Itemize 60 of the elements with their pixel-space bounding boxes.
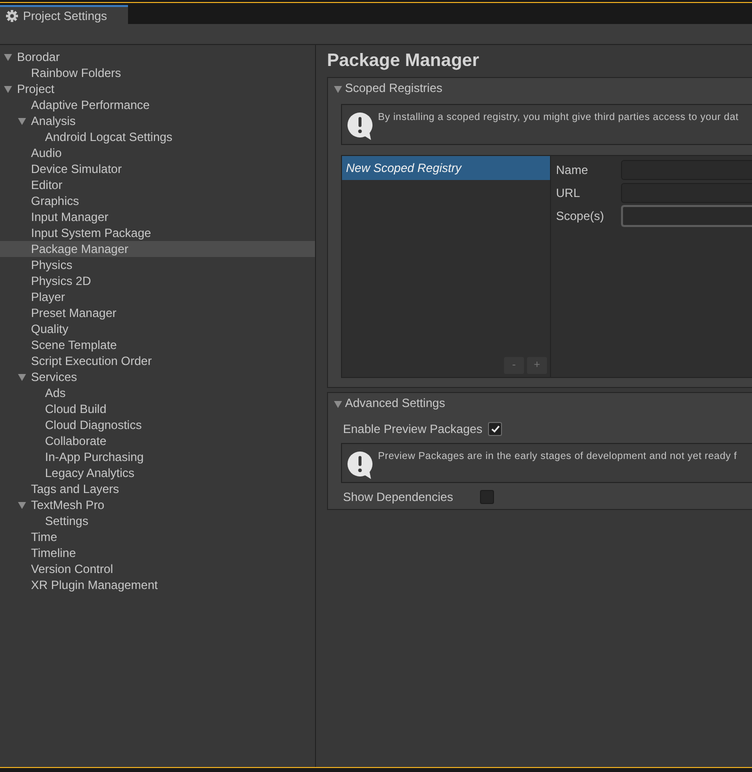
warning-icon	[347, 451, 373, 479]
triangle-down-icon[interactable]	[18, 502, 26, 508]
triangle-down-icon[interactable]	[4, 54, 12, 60]
sidebar-item[interactable]: Input System Package	[0, 225, 315, 241]
field-label: Name	[556, 163, 590, 177]
sidebar-item[interactable]: Version Control	[0, 561, 315, 577]
sidebar-item[interactable]: Legacy Analytics	[0, 465, 315, 481]
sidebar-item[interactable]: Services	[0, 369, 315, 385]
sidebar-item[interactable]: XR Plugin Management	[0, 577, 315, 593]
registry-item[interactable]: New Scoped Registry	[342, 156, 550, 180]
checkbox[interactable]	[488, 422, 502, 436]
sidebar-item[interactable]: Preset Manager	[0, 305, 315, 321]
sidebar-item[interactable]: Player	[0, 289, 315, 305]
sidebar-item[interactable]: Physics	[0, 257, 315, 273]
triangle-down-icon[interactable]	[334, 401, 342, 408]
sidebar-item[interactable]: Project	[0, 81, 315, 97]
sidebar-item[interactable]: Script Execution Order	[0, 353, 315, 369]
sidebar-item[interactable]: Settings	[0, 513, 315, 529]
sidebar-item[interactable]: Graphics	[0, 193, 315, 209]
sidebar-item[interactable]: Collaborate	[0, 433, 315, 449]
sidebar-item[interactable]: Cloud Diagnostics	[0, 417, 315, 433]
window-tab[interactable]: Project Settings	[0, 5, 128, 24]
warning-icon	[347, 112, 373, 140]
checkmark-icon	[490, 425, 500, 433]
help-text: Preview Packages are in the early stages of development and not yet ready f	[378, 451, 737, 463]
sidebar-item[interactable]: Time	[0, 529, 315, 545]
sidebar-item[interactable]: Ads	[0, 385, 315, 401]
sidebar-item[interactable]: Timeline	[0, 545, 315, 561]
sidebar-item[interactable]: Rainbow Folders	[0, 65, 315, 81]
triangle-down-icon[interactable]	[334, 86, 342, 93]
sidebar-item[interactable]: Android Logcat Settings	[0, 129, 315, 145]
option-label: Show Dependencies	[343, 490, 454, 504]
sidebar-item[interactable]: Adaptive Performance	[0, 97, 315, 113]
foldout-header[interactable]: Advanced Settings	[334, 393, 446, 413]
help-text: By installing a scoped registry, you might give third parties access to your dat	[378, 112, 739, 124]
sidebar-item[interactable]: Borodar	[0, 49, 315, 65]
sidebar-item[interactable]: Audio	[0, 145, 315, 161]
sidebar-item[interactable]: Editor	[0, 177, 315, 193]
triangle-down-icon[interactable]	[18, 118, 26, 124]
page-title: Package Manager	[327, 49, 480, 71]
triangle-down-icon[interactable]	[4, 86, 12, 92]
field-label: Scope(s)	[556, 209, 606, 223]
sidebar-item[interactable]: Package Manager	[0, 241, 315, 257]
checkbox[interactable]	[480, 490, 494, 504]
sidebar-item[interactable]: Cloud Build	[0, 401, 315, 417]
gear-icon	[6, 10, 18, 22]
sidebar-item[interactable]: Device Simulator	[0, 161, 315, 177]
field-label: URL	[556, 186, 582, 200]
sidebar-item[interactable]: Quality	[0, 321, 315, 337]
option-label: Enable Preview Packages	[343, 422, 482, 436]
foldout-header[interactable]: Scoped Registries	[334, 78, 442, 98]
sidebar-item[interactable]: Tags and Layers	[0, 481, 315, 497]
sidebar-item[interactable]: Scene Template	[0, 337, 315, 353]
sidebar-item[interactable]: Physics 2D	[0, 273, 315, 289]
sidebar-item[interactable]: Input Manager	[0, 209, 315, 225]
sidebar-item[interactable]: Analysis	[0, 113, 315, 129]
sidebar-item[interactable]: In-App Purchasing	[0, 449, 315, 465]
text-field[interactable]	[621, 205, 752, 227]
sidebar-item[interactable]: TextMesh Pro	[0, 497, 315, 513]
triangle-down-icon[interactable]	[18, 374, 26, 380]
